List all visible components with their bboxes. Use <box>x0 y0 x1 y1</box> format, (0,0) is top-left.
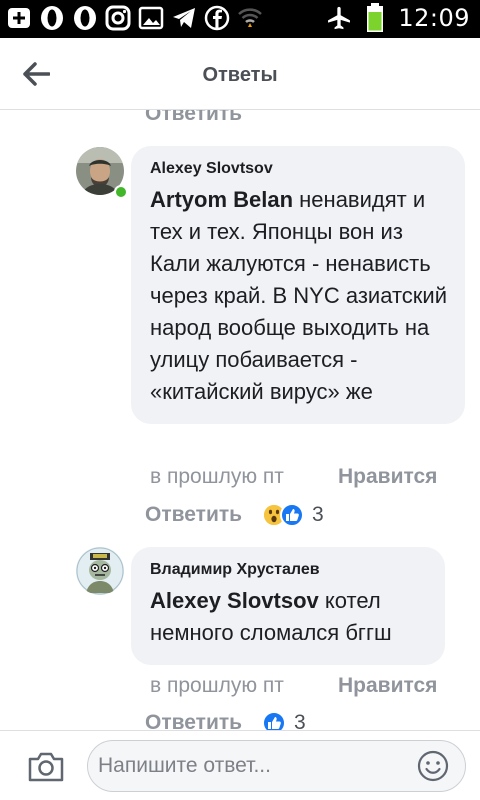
reply-input-wrapper <box>87 740 466 792</box>
emoji-icon <box>417 750 449 782</box>
comment-timestamp: в прошлую пт <box>150 674 284 697</box>
reaction-count: 3 <box>294 711 306 730</box>
add-box-icon <box>6 5 32 31</box>
comment-thread[interactable]: Ответить Alexey Slovtsov Artyom Belan не… <box>0 110 480 730</box>
battery-icon <box>362 3 388 32</box>
reactions-summary[interactable]: 3 <box>262 711 306 730</box>
reply-link[interactable]: Ответить <box>145 110 242 126</box>
system-icons: 12:09 <box>326 3 470 32</box>
comment-author[interactable]: Владимир Хрусталев <box>150 561 427 579</box>
comment-actions: Ответить 3 <box>145 711 306 730</box>
opera-icon <box>39 5 65 31</box>
instagram-icon <box>105 5 131 31</box>
comment-author[interactable]: Alexey Slovtsov <box>150 160 447 178</box>
mention-link[interactable]: Alexey Slovtsov <box>150 588 319 613</box>
comment-bubble[interactable]: Alexey Slovtsov Artyom Belan ненавидят и… <box>131 146 465 424</box>
like-reaction-icon <box>280 503 305 527</box>
status-bar: 12:09 <box>0 0 480 38</box>
camera-button[interactable] <box>26 749 66 785</box>
reply-composer <box>0 730 480 800</box>
gallery-icon <box>138 5 164 31</box>
comment-text: Artyom Belan ненавидят и тех и тех. Япон… <box>150 184 447 408</box>
comment-text: Alexey Slovtsov котел немного сломался б… <box>150 585 427 649</box>
camera-icon <box>28 752 64 782</box>
reaction-count: 3 <box>312 503 324 526</box>
page-title: Ответы <box>202 64 278 86</box>
mention-link[interactable]: Artyom Belan <box>150 187 293 212</box>
facebook-icon <box>204 5 230 31</box>
clock: 12:09 <box>398 4 470 32</box>
comment-meta: в прошлую пт Нравится <box>150 674 437 698</box>
comment-body: ненавидят и тех и тех. Японцы вон из Кал… <box>150 187 447 404</box>
avatar[interactable] <box>76 547 124 595</box>
comment-meta: в прошлую пт Нравится <box>150 465 437 489</box>
like-button[interactable]: Нравится <box>338 674 437 698</box>
reply-input[interactable] <box>98 741 398 791</box>
comment-timestamp: в прошлую пт <box>150 465 284 488</box>
online-status-indicator <box>114 185 128 199</box>
like-reaction-icon <box>262 711 287 730</box>
reply-button[interactable]: Ответить <box>145 503 242 527</box>
notification-icons <box>6 5 263 31</box>
replies-header: Ответы <box>0 38 480 110</box>
opera-icon <box>72 5 98 31</box>
telegram-icon <box>171 5 197 31</box>
comment-bubble[interactable]: Владимир Хрусталев Alexey Slovtsov котел… <box>131 547 445 665</box>
wifi-icon <box>237 5 263 31</box>
comment-actions: Ответить 3 <box>145 503 324 527</box>
reply-button[interactable]: Ответить <box>145 711 242 730</box>
airplane-mode-icon <box>326 5 352 31</box>
reactions-summary[interactable]: 3 <box>262 503 324 527</box>
emoji-button[interactable] <box>417 750 449 782</box>
like-button[interactable]: Нравится <box>338 465 437 489</box>
